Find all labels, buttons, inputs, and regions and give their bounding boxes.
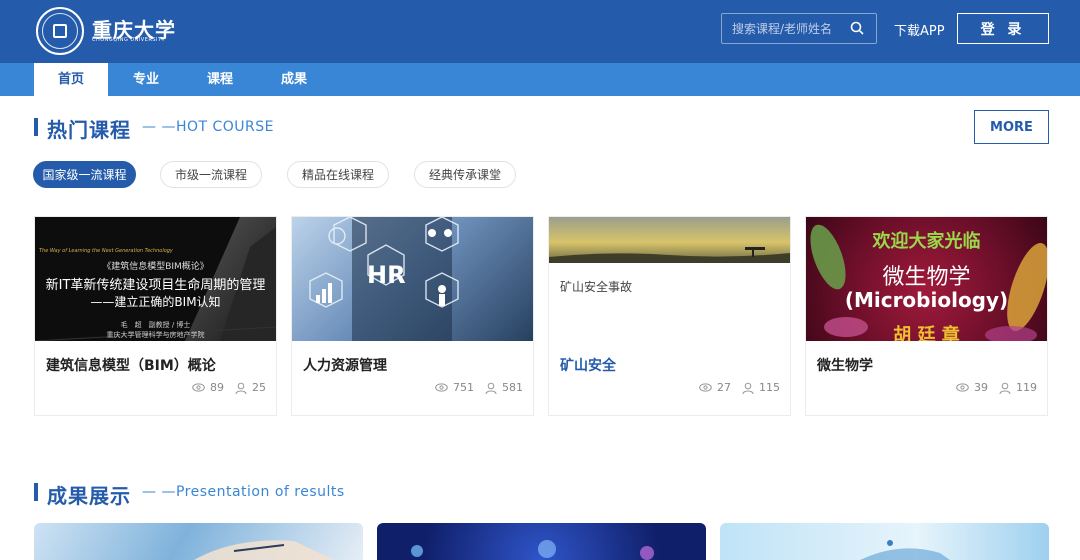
result-image[interactable] (377, 523, 706, 560)
thumb-line3: ——建立正确的BIM认知 (90, 295, 221, 309)
section-marker (34, 118, 38, 136)
main-nav: 首页 专业 课程 成果 (0, 63, 1080, 96)
search-input[interactable] (722, 14, 846, 43)
thumb-caption: 矿山安全事故 (560, 280, 633, 294)
thumb-subject-en: (Microbiology) (844, 288, 1009, 312)
thumb-line2: 新IT革新传统建设项目生命周期的管理 (45, 278, 266, 293)
search-box (721, 13, 877, 44)
course-stats: 27 115 (699, 381, 780, 394)
course-thumbnail: 欢迎大家光临 微生物学 (Microbiology) 胡 廷 章 (806, 217, 1047, 341)
user-icon (235, 382, 247, 394)
thumb-subject-cn: 微生物学 (882, 265, 971, 290)
views-count: 89 (210, 381, 224, 394)
course-card[interactable]: 矿山安全事故 矿山安全 27 115 (548, 216, 791, 416)
course-thumbnail: 矿山安全事故 (549, 217, 790, 341)
students-count: 115 (759, 381, 780, 394)
course-thumbnail: The Way of Learning the Next Generation … (35, 217, 276, 341)
result-image[interactable] (720, 523, 1049, 560)
hot-course-subtitle: — —HOT COURSE (142, 119, 275, 135)
download-app-link[interactable]: 下载APP (894, 20, 945, 39)
search-icon[interactable] (850, 21, 864, 35)
user-icon (742, 382, 754, 394)
course-title[interactable]: 建筑信息模型（BIM）概论 (46, 355, 216, 375)
results-title: 成果展示 (47, 484, 131, 508)
result-image[interactable] (34, 523, 363, 560)
course-stats: 39 119 (956, 381, 1037, 394)
nav-course[interactable]: 课程 (194, 63, 246, 96)
brand-name-en: CHONGQING UNIVERSITY (92, 37, 166, 43)
top-header: 重庆大学 CHONGQING UNIVERSITY 下载APP 登 录 (0, 0, 1080, 63)
views-count: 27 (717, 381, 731, 394)
results-subtitle: — —Presentation of results (142, 484, 345, 500)
user-icon (999, 382, 1011, 394)
thumb-tagline: The Way of Learning the Next Generation … (39, 248, 173, 254)
course-thumbnail: HR (292, 217, 533, 341)
more-button[interactable]: MORE (974, 110, 1049, 144)
section-marker (34, 483, 38, 501)
nav-results[interactable]: 成果 (268, 63, 320, 96)
course-stats: 751 581 (435, 381, 523, 394)
eye-icon (435, 383, 448, 392)
students-count: 25 (252, 381, 266, 394)
filter-classic[interactable]: 经典传承课堂 (414, 161, 516, 188)
nav-home[interactable]: 首页 (34, 63, 108, 96)
thumb-welcome: 欢迎大家光临 (872, 231, 981, 252)
filter-national[interactable]: 国家级一流课程 (33, 161, 136, 188)
thumb-teacher: 毛 超 副教授 / 博士 (120, 321, 191, 329)
views-count: 39 (974, 381, 988, 394)
eye-icon (956, 383, 969, 392)
course-card[interactable]: The Way of Learning the Next Generation … (34, 216, 277, 416)
user-icon (485, 382, 497, 394)
eye-icon (192, 383, 205, 392)
filter-municipal[interactable]: 市级一流课程 (160, 161, 262, 188)
eye-icon (699, 383, 712, 392)
course-title[interactable]: 矿山安全 (560, 355, 616, 375)
thumb-college: 重庆大学管理科学与房地产学院 (106, 331, 205, 339)
thumb-line1: 《建筑信息模型BIM概论》 (102, 262, 209, 272)
course-title[interactable]: 微生物学 (817, 355, 873, 375)
thumb-hr-text: HR (367, 261, 406, 289)
filter-online[interactable]: 精品在线课程 (287, 161, 389, 188)
students-count: 119 (1016, 381, 1037, 394)
thumb-teacher: 胡 廷 章 (893, 325, 960, 341)
students-count: 581 (502, 381, 523, 394)
nav-major[interactable]: 专业 (120, 63, 172, 96)
hot-course-title: 热门课程 (47, 118, 131, 142)
views-count: 751 (453, 381, 474, 394)
login-button[interactable]: 登 录 (957, 13, 1049, 44)
course-card[interactable]: 欢迎大家光临 微生物学 (Microbiology) 胡 廷 章 微生物学 39… (805, 216, 1048, 416)
course-card[interactable]: HR 人力资源管理 751 581 (291, 216, 534, 416)
course-stats: 89 25 (192, 381, 266, 394)
university-logo[interactable] (36, 7, 84, 55)
course-title[interactable]: 人力资源管理 (303, 355, 387, 375)
